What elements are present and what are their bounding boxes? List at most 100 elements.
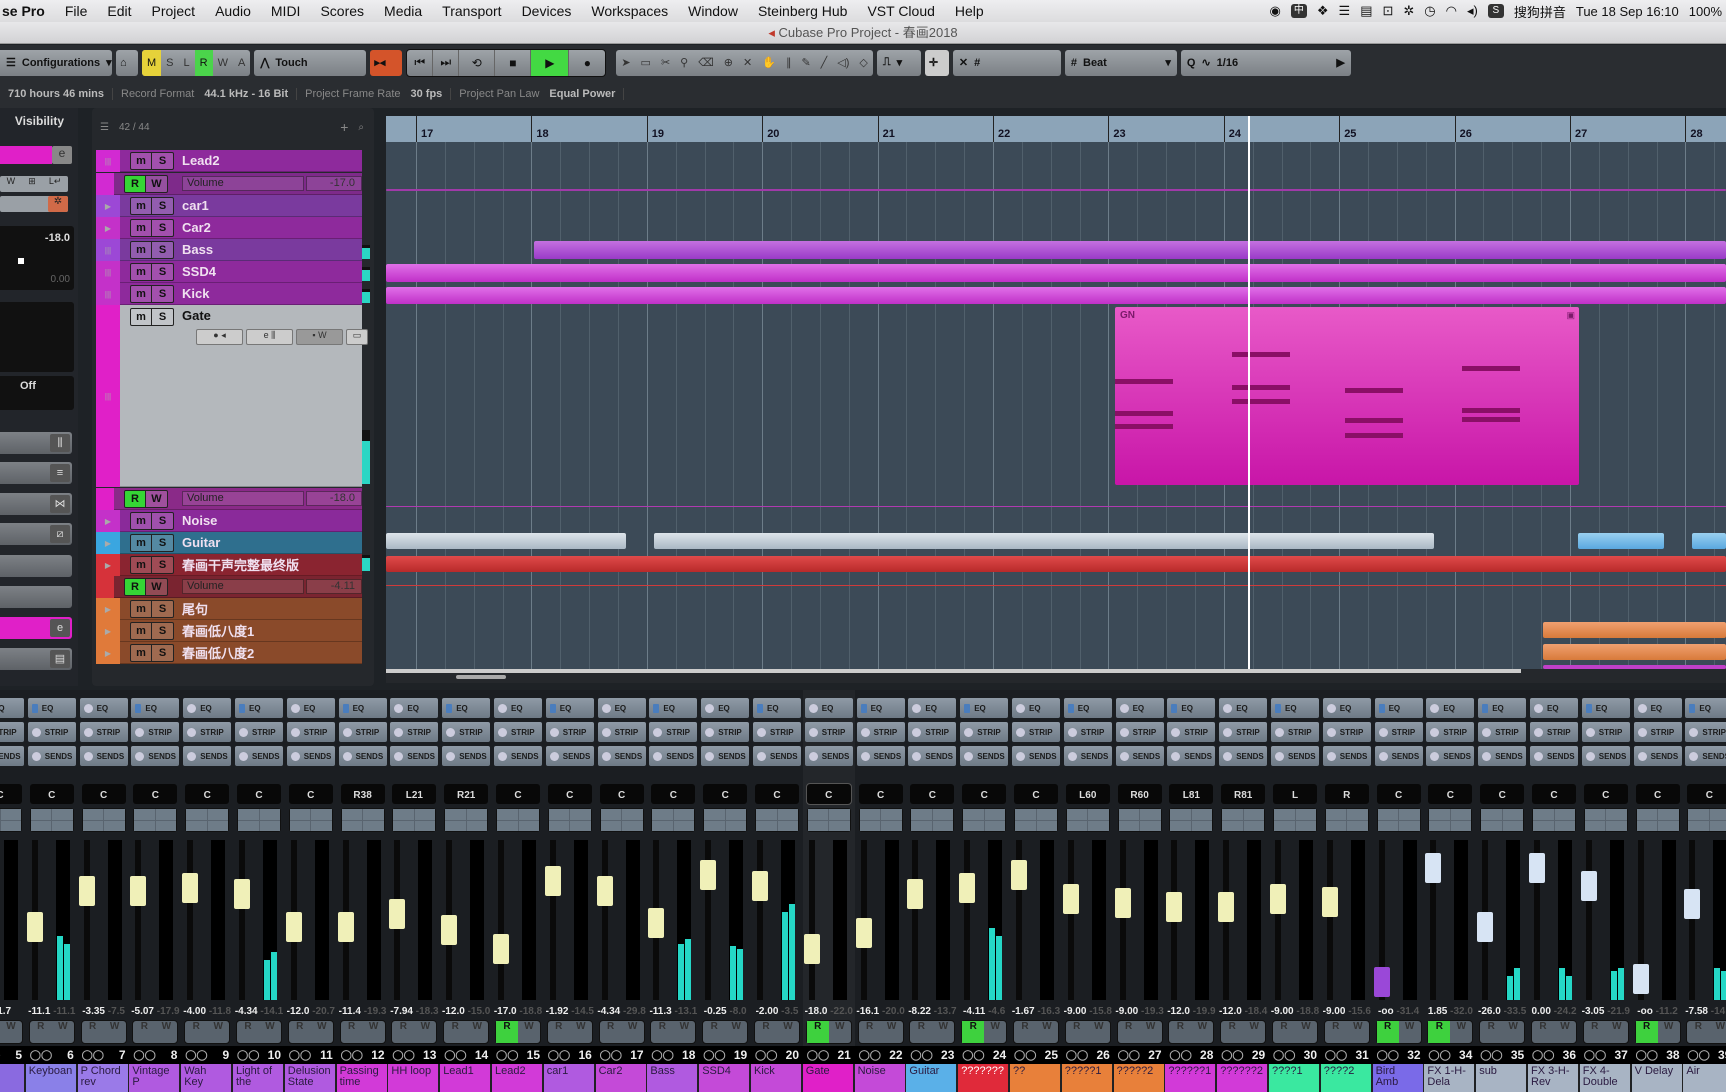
stereo-link-icon[interactable]: ◯◯ (962, 1050, 984, 1061)
record-status-icon[interactable]: ◉ (1270, 3, 1281, 19)
volume-fader-handle[interactable] (752, 871, 768, 901)
peak-value[interactable]: -11.1 (53, 1006, 75, 1017)
listen-button[interactable] (83, 821, 104, 832)
track-name[interactable]: SSD4 (182, 264, 216, 279)
zoom-tool-icon[interactable]: ⊕ (719, 50, 738, 76)
channel-name[interactable]: Wah Key (181, 1064, 232, 1092)
volume-value[interactable]: -oo (1637, 1006, 1653, 1017)
volume-fader-handle[interactable] (1581, 871, 1597, 901)
sends-slot[interactable]: SENDS (1530, 746, 1578, 766)
sends-slot[interactable]: SENDS (857, 746, 905, 766)
edit-button[interactable] (156, 821, 177, 832)
volume-fader-handle[interactable] (1166, 892, 1182, 922)
erase-tool-icon[interactable]: ⌫ (693, 50, 719, 76)
sends-slot[interactable]: SENDS (908, 746, 956, 766)
edit-button[interactable] (208, 821, 229, 832)
pan-control[interactable]: C (600, 784, 644, 804)
channel-buttons[interactable] (1066, 808, 1110, 832)
stereo-link-icon[interactable]: ◯◯ (910, 1050, 932, 1061)
mute-button[interactable] (601, 809, 622, 820)
channel-name[interactable]: Gate (803, 1064, 854, 1092)
solo-button[interactable]: S (152, 242, 173, 258)
menu-audio[interactable]: Audio (205, 3, 261, 19)
strip-slot[interactable]: STRIP (494, 722, 542, 742)
solo-button[interactable] (156, 809, 177, 820)
pan-control[interactable]: C (703, 784, 747, 804)
sends-bypass-icon[interactable] (1482, 752, 1491, 761)
sends-slot[interactable]: SENDS (753, 746, 801, 766)
volume-fader-handle[interactable] (1270, 884, 1286, 914)
mute-button[interactable] (652, 809, 673, 820)
solo-button[interactable] (570, 809, 591, 820)
eq-bypass-icon[interactable] (1327, 704, 1336, 713)
strip-bypass-icon[interactable] (1327, 728, 1336, 737)
pan-control[interactable]: C (859, 784, 903, 804)
mute-button[interactable]: m (131, 309, 152, 325)
read-automation-button[interactable]: R (444, 1021, 466, 1043)
channel-buttons[interactable] (82, 808, 126, 832)
eq-bypass-icon[interactable] (809, 704, 818, 713)
sends-slot[interactable]: SENDS (805, 746, 853, 766)
strip-slot[interactable]: STRIP (339, 722, 387, 742)
mute-button[interactable]: m (131, 645, 152, 661)
track-header[interactable]: |||mSGate● ◂e ⫼▪ W▭ (96, 305, 362, 487)
menu-scores[interactable]: Scores (310, 3, 374, 19)
volume-value[interactable]: -12.0 (1219, 1006, 1242, 1017)
pan-control[interactable]: R81 (1221, 784, 1265, 804)
volume-value[interactable]: -16.1 (856, 1006, 879, 1017)
channel-name[interactable]: Keyboan (26, 1064, 77, 1092)
pan-control[interactable]: C (133, 784, 177, 804)
fader-track[interactable] (1430, 840, 1436, 1000)
stereo-link-icon[interactable]: ◯◯ (1428, 1050, 1450, 1061)
solo-button[interactable]: S (152, 645, 173, 661)
eq-slot[interactable]: EQ (753, 698, 801, 718)
volume-value[interactable]: -12.0 (287, 1006, 310, 1017)
fader-track[interactable] (343, 840, 349, 1000)
sends-bypass-icon[interactable] (861, 752, 870, 761)
strip-slot[interactable]: STRIP (960, 722, 1008, 742)
sends-bypass-icon[interactable] (187, 752, 196, 761)
stereo-link-icon[interactable]: ◯◯ (1377, 1050, 1399, 1061)
eq-bypass-icon[interactable] (1379, 704, 1385, 713)
volume-value[interactable]: -11.7 (0, 1006, 11, 1017)
stereo-link-icon[interactable]: ◯◯ (703, 1050, 725, 1061)
solo-button[interactable] (1606, 809, 1627, 820)
listen-button[interactable] (756, 821, 777, 832)
eq-bypass-icon[interactable] (550, 704, 556, 713)
strip-slot[interactable]: STRIP (1530, 722, 1578, 742)
listen-button[interactable] (393, 821, 414, 832)
write-automation-button[interactable]: W (466, 1021, 488, 1043)
read-automation-button[interactable]: R (125, 176, 146, 192)
edit-button[interactable] (1658, 821, 1679, 832)
fader-track[interactable] (1120, 840, 1126, 1000)
solo-button[interactable]: S (152, 264, 173, 280)
write-automation-button[interactable]: W (1399, 1021, 1421, 1043)
midi-note[interactable] (1232, 352, 1290, 357)
stereo-link-icon[interactable]: ◯◯ (1066, 1050, 1088, 1061)
pan-control[interactable]: C (651, 784, 695, 804)
edit-button[interactable] (467, 821, 488, 832)
audio-part-guitar[interactable] (1578, 533, 1664, 549)
volume-fader-handle[interactable] (338, 912, 354, 942)
write-automation-button[interactable]: W (725, 1021, 747, 1043)
read-automation-button[interactable]: R (341, 1021, 363, 1043)
listen-button[interactable] (549, 821, 570, 832)
strip-bypass-icon[interactable] (1430, 728, 1439, 737)
peak-value[interactable]: -18.8 (519, 1006, 542, 1017)
peak-value[interactable]: -14.1 (260, 1006, 283, 1017)
horizontal-scrollbar[interactable] (386, 669, 1726, 683)
sends-slot[interactable]: SENDS (183, 746, 231, 766)
track-header[interactable]: |||mSBass (96, 239, 362, 261)
volume-fader-handle[interactable] (1425, 853, 1441, 883)
menu-edit[interactable]: Edit (97, 3, 141, 19)
peak-value[interactable]: -18.4 (1245, 1006, 1268, 1017)
channel-buttons[interactable] (962, 808, 1006, 832)
solo-button[interactable] (622, 809, 643, 820)
ruler-bar-24[interactable]: 24 (1224, 116, 1241, 142)
stereo-link-icon[interactable]: ◯◯ (1636, 1050, 1658, 1061)
solo-button[interactable] (1192, 809, 1213, 820)
volume-fader-handle[interactable] (1218, 892, 1234, 922)
strip-bypass-icon[interactable] (809, 728, 818, 737)
pan-law-value[interactable]: Equal Power (549, 88, 615, 100)
line-tool-icon[interactable]: ╱ (816, 50, 833, 76)
